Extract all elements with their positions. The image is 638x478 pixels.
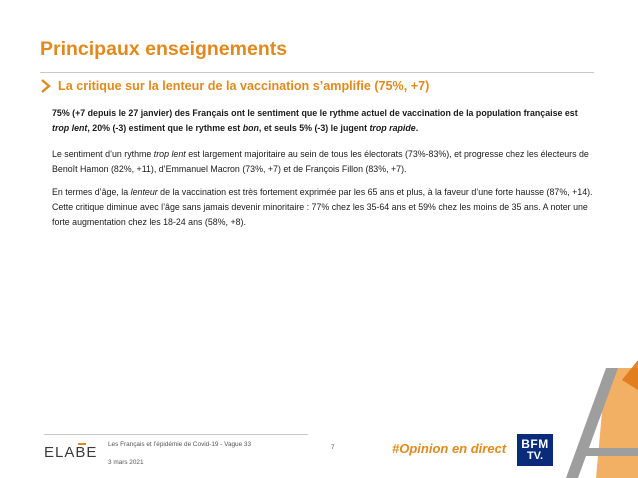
svg-text:ELABE: ELABE — [44, 444, 97, 460]
emphasis-text: lenteur — [130, 187, 158, 197]
elabe-logo: ELABE — [44, 443, 97, 460]
page-number: 7 — [331, 444, 335, 451]
hashtag-tagline: #Opinion en direct — [392, 441, 507, 456]
bfmtv-logo: BFM TV. — [517, 434, 553, 466]
title-divider — [40, 72, 594, 73]
age-paragraph: En termes d’âge, la lenteur de la vaccin… — [52, 185, 597, 230]
tv-logo-text: TV. — [526, 450, 544, 462]
text-segment: 75% (+7 depuis le 27 janvier) des França… — [52, 108, 578, 118]
study-name: Les Français et l’épidémie de Covid-19 -… — [108, 441, 252, 448]
text-segment: , et seuls 5% (-3) le jugent — [258, 123, 370, 133]
slide: Principaux enseignements La critique sur… — [0, 0, 638, 478]
study-date: 3 mars 2021 — [108, 459, 144, 466]
emphasis-text: bon — [242, 123, 259, 133]
text-segment: , 20% (-3) estiment que le rythme est — [87, 123, 243, 133]
emphasis-text: trop lent — [52, 123, 88, 133]
section-subtitle: La critique sur la lenteur de la vaccina… — [58, 79, 430, 93]
footer-divider — [44, 434, 308, 435]
emphasis-text: trop rapide — [369, 123, 416, 133]
text-segment: . — [415, 123, 419, 133]
text-segment: En termes d’âge, la — [52, 187, 131, 197]
subtitle-row: La critique sur la lenteur de la vaccina… — [38, 76, 429, 96]
stylized-a-logo — [566, 360, 638, 478]
bfm-logo-text: BFM — [521, 437, 549, 451]
emphasis-text: trop lent — [153, 149, 186, 159]
page-title: Principaux enseignements — [40, 38, 288, 60]
electorate-paragraph: Le sentiment d’un rythme trop lent est l… — [52, 147, 597, 177]
key-finding-paragraph: 75% (+7 depuis le 27 janvier) des França… — [52, 106, 597, 136]
chevron-right-icon — [41, 79, 51, 93]
text-segment: Le sentiment d’un rythme — [52, 149, 154, 159]
